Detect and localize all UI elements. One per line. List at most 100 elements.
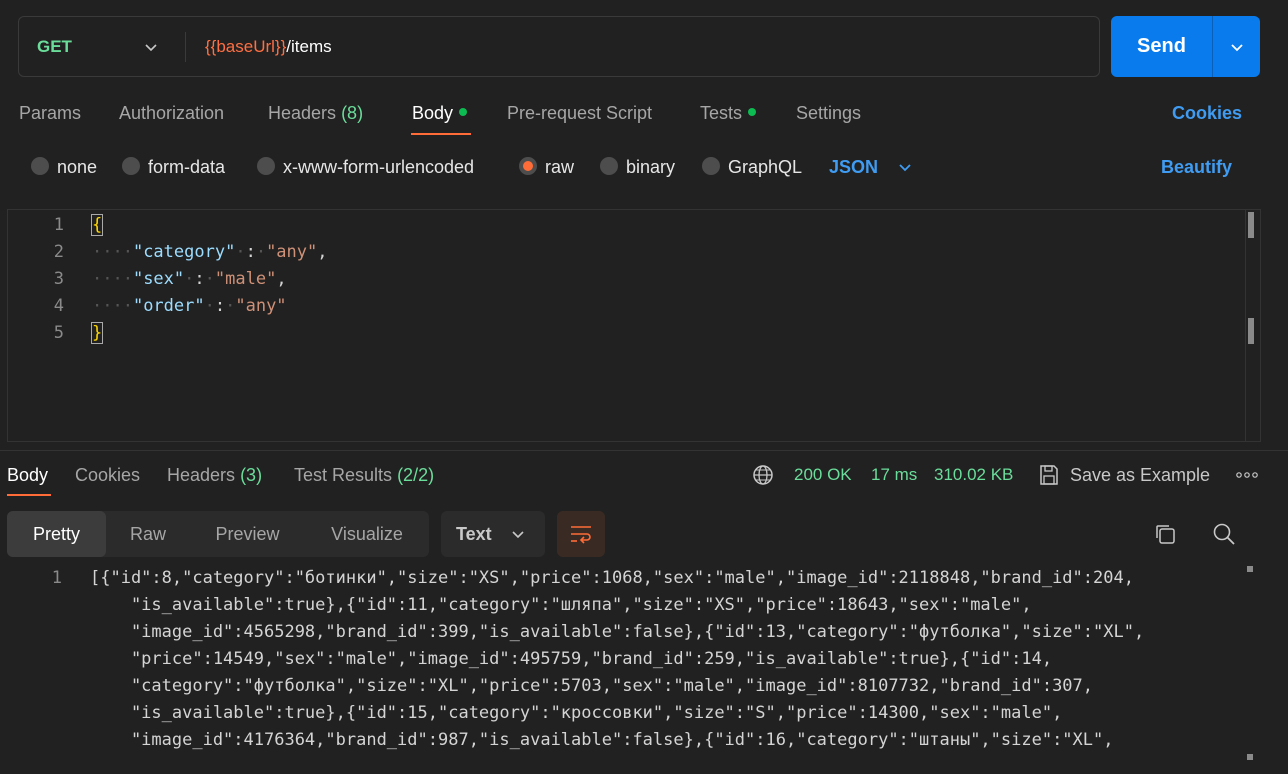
response-text: "is_available":true},{"id":15,"category"…: [90, 703, 1063, 723]
radio-label: form-data: [148, 157, 226, 177]
json-comma: ,: [317, 242, 328, 262]
response-text: "is_available":true},{"id":11,"category"…: [90, 595, 1032, 615]
response-body-viewer[interactable]: 1 [{"id":8,"category":"ботинки","size":"X…: [0, 564, 1288, 774]
json-key: "category": [132, 242, 236, 262]
tab-label: Headers: [167, 465, 236, 485]
tab-pre-request-script[interactable]: Pre-request Script: [507, 102, 652, 124]
response-size[interactable]: 310.02 KB: [934, 464, 1013, 486]
status-code[interactable]: 200 OK: [794, 464, 852, 486]
editor-scrollbar[interactable]: [1245, 210, 1261, 441]
tab-label: Params: [19, 103, 82, 123]
view-visualize[interactable]: Visualize: [305, 511, 429, 557]
tab-body[interactable]: Body: [412, 102, 468, 124]
tab-tests[interactable]: Tests: [700, 102, 757, 124]
response-tab-headers[interactable]: Headers (3): [167, 464, 262, 486]
headers-count: (3): [240, 465, 263, 485]
response-divider[interactable]: [0, 450, 1288, 451]
save-as-example-button[interactable]: Save as Example: [1070, 464, 1210, 486]
json-value: "any": [266, 242, 318, 262]
response-time[interactable]: 17 ms: [871, 464, 917, 486]
wrap-lines-button[interactable]: [557, 511, 605, 557]
chevron-down-icon[interactable]: [143, 39, 159, 55]
response-line: "category":"футболка","size":"XL","price…: [0, 673, 1093, 700]
response-line: 1 [{"id":8,"category":"ботинки","size":"X…: [0, 565, 1134, 592]
radio-circle[interactable]: [702, 157, 720, 176]
radio-form-data[interactable]: form-data: [122, 156, 225, 178]
response-scrollbar[interactable]: [1247, 566, 1253, 762]
scrollbar-marker: [1247, 754, 1253, 760]
radio-raw[interactable]: raw: [519, 156, 574, 178]
send-label[interactable]: Send: [1111, 16, 1212, 77]
chevron-down-icon[interactable]: [897, 159, 913, 175]
radio-x-www-form-urlencoded[interactable]: x-www-form-urlencoded: [257, 156, 474, 178]
beautify-button[interactable]: Beautify: [1161, 156, 1232, 178]
active-tab-underline: [411, 133, 471, 135]
radio-circle[interactable]: [600, 157, 618, 176]
language-select[interactable]: JSON: [829, 156, 878, 178]
more-options-icon[interactable]: [1236, 470, 1258, 480]
copy-icon[interactable]: [1153, 522, 1177, 546]
wrap-lines-icon: [571, 526, 591, 544]
code-line: 2 ····"category"·:·"any",: [8, 239, 328, 266]
tab-label: Body: [412, 103, 454, 123]
tab-params[interactable]: Params: [19, 102, 81, 124]
cookies-link[interactable]: Cookies: [1172, 102, 1242, 124]
code-line: 5}: [8, 320, 104, 347]
tab-headers[interactable]: Headers (8): [268, 102, 363, 124]
open-brace: {: [90, 214, 104, 236]
line-number: 5: [53, 323, 64, 343]
json-value: "male": [214, 269, 277, 289]
tab-authorization[interactable]: Authorization: [119, 102, 224, 124]
view-preview[interactable]: Preview: [190, 511, 305, 557]
view-pretty[interactable]: Pretty: [7, 511, 106, 557]
radio-binary[interactable]: binary: [600, 156, 675, 178]
response-line: "image_id":4176364,"brand_id":987,"is_av…: [0, 727, 1114, 754]
save-icon[interactable]: [1038, 463, 1060, 487]
response-tab-body[interactable]: Body: [7, 464, 48, 486]
line-number: 1: [53, 215, 64, 235]
view-raw[interactable]: Raw: [106, 511, 190, 557]
radio-graphql[interactable]: GraphQL: [702, 156, 802, 178]
radio-circle[interactable]: [31, 157, 49, 176]
format-label: Text: [456, 524, 492, 544]
active-tab-underline: [7, 494, 51, 496]
send-split-divider: [1212, 16, 1213, 77]
scrollbar-thumb[interactable]: [1247, 566, 1253, 572]
response-tab-cookies[interactable]: Cookies: [75, 464, 140, 486]
url-input[interactable]: {{baseUrl}}/items: [205, 17, 332, 76]
radio-circle[interactable]: [122, 157, 140, 176]
tab-settings[interactable]: Settings: [796, 102, 861, 124]
chevron-down-icon[interactable]: [510, 526, 526, 542]
response-text: "image_id":4565298,"brand_id":399,"is_av…: [90, 622, 1145, 642]
radio-label: x-www-form-urlencoded: [283, 157, 475, 177]
send-button[interactable]: Send: [1111, 16, 1260, 77]
test-results-count: (2/2): [397, 465, 435, 485]
line-number: 4: [53, 296, 64, 316]
headers-count: (8): [341, 103, 364, 123]
url-divider: [185, 32, 186, 62]
radio-label: none: [57, 157, 98, 177]
json-value: "any": [235, 296, 287, 316]
response-line: "is_available":true},{"id":11,"category"…: [0, 592, 1032, 619]
radio-circle[interactable]: [257, 157, 275, 176]
search-icon[interactable]: [1212, 522, 1236, 546]
line-number: 1: [51, 568, 62, 588]
method-select[interactable]: GET: [37, 17, 72, 76]
scrollbar-thumb[interactable]: [1248, 212, 1254, 238]
chevron-down-icon[interactable]: [1229, 39, 1245, 55]
tests-status-dot: [748, 108, 757, 117]
response-tab-test-results[interactable]: Test Results (2/2): [294, 464, 434, 486]
json-comma: ,: [276, 269, 287, 289]
format-select[interactable]: Text: [441, 511, 545, 557]
tab-label: Body: [7, 465, 49, 485]
globe-icon[interactable]: [752, 464, 774, 486]
request-body-editor[interactable]: 1{ 2 ····"category"·:·"any", 3 ····"sex"·:…: [7, 209, 1261, 442]
response-text: "category":"футболка","size":"XL","price…: [90, 676, 1094, 696]
radio-circle-selected[interactable]: [519, 157, 537, 176]
tab-label: Settings: [796, 103, 862, 123]
radio-none[interactable]: none: [31, 156, 97, 178]
url-bar: GET {{baseUrl}}/items: [18, 16, 1100, 77]
radio-label: raw: [545, 157, 575, 177]
response-line: "is_available":true},{"id":15,"category"…: [0, 700, 1062, 727]
url-path: /items: [286, 37, 332, 56]
